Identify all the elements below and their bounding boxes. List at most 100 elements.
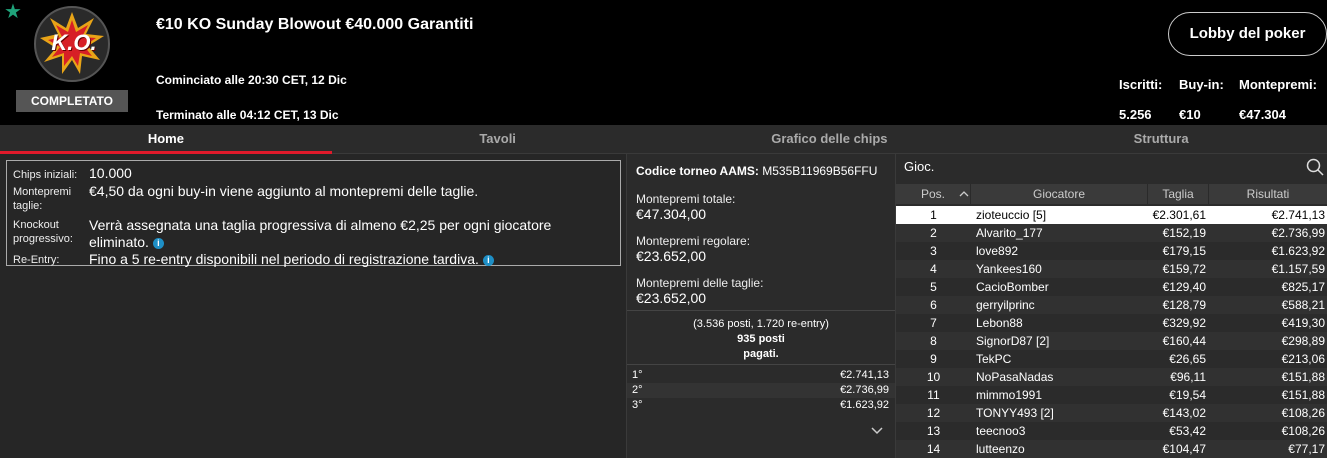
regular-prize-label: Montepremi regolare:: [636, 234, 751, 248]
col-pos[interactable]: Pos.: [896, 184, 971, 204]
tab-home[interactable]: Home: [0, 125, 332, 154]
table-row[interactable]: 2 Alvarito_177 €152,19 €2.736,99: [896, 224, 1327, 242]
buyin-value: €10: [1179, 107, 1201, 122]
status-badge: COMPLETATO: [16, 90, 128, 112]
player-bounty: €2.301,61: [1152, 208, 1206, 222]
table-row[interactable]: 13 teecnoo3 €53,42 €108,26: [896, 422, 1327, 440]
player-bounty: €160,44: [1162, 334, 1206, 348]
player-position: 2: [930, 226, 937, 240]
payout-value: €2.741,13: [840, 369, 889, 381]
start-time: Cominciato alle 20:30 CET, 12 Dic: [156, 73, 347, 87]
player-position: 14: [926, 442, 941, 456]
aams-code: M535B11969B56FFU: [762, 164, 878, 178]
bounty-pool-value: €4,50 da ogni buy-in viene aggiunto al m…: [89, 183, 479, 199]
table-row[interactable]: 8 SignorD87 [2] €160,44 €298,89: [896, 332, 1327, 350]
poker-lobby-button[interactable]: Lobby del poker: [1168, 12, 1327, 56]
player-bounty: €128,79: [1162, 298, 1206, 312]
table-row[interactable]: 1 zioteuccio [5] €2.301,61 €2.741,13: [896, 206, 1327, 224]
table-row[interactable]: 11 mimmo1991 €19,54 €151,88: [896, 386, 1327, 404]
table-row[interactable]: 4 Yankees160 €159,72 €1.157,59: [896, 260, 1327, 278]
player-position: 6: [930, 298, 937, 312]
payout-position: 2°: [632, 384, 643, 396]
player-name: lutteenzo: [976, 442, 1025, 456]
bounty-pool-label: Montepremi taglie:: [13, 186, 72, 212]
player-search[interactable]: Gioc.: [896, 154, 1327, 182]
total-prize-value: €47.304,00: [636, 206, 707, 222]
payout-row: 1° €2.741,13: [627, 368, 895, 383]
ko-logo-circle: K.O.: [34, 6, 110, 82]
player-bounty: €159,72: [1162, 262, 1206, 276]
player-result: €151,88: [1281, 388, 1325, 402]
player-position: 9: [930, 352, 937, 366]
table-row[interactable]: 7 Lebon88 €329,92 €419,30: [896, 314, 1327, 332]
player-position: 11: [927, 388, 940, 402]
info-icon[interactable]: i: [482, 254, 494, 266]
col-results[interactable]: Risultati: [1209, 184, 1327, 204]
tab-tables[interactable]: Tavoli: [332, 125, 664, 153]
player-bounty: €179,15: [1162, 244, 1206, 258]
table-row[interactable]: 5 CacioBomber €129,40 €825,17: [896, 278, 1327, 296]
player-result: €419,30: [1281, 316, 1325, 330]
chips-value: 10.000: [89, 165, 132, 181]
table-row[interactable]: 3 love892 €179,15 €1.623,92: [896, 242, 1327, 260]
table-row[interactable]: 6 gerryilprinc €128,79 €588,21: [896, 296, 1327, 314]
player-position: 1: [930, 208, 937, 222]
player-name: Alvarito_177: [976, 226, 1043, 240]
player-name: love892: [976, 244, 1019, 258]
total-prize-label: Montepremi totale:: [636, 192, 736, 206]
players-panel: Gioc. Pos. Giocatore Taglia Risultati 1 z…: [896, 154, 1327, 458]
player-bounty: €143,02: [1162, 406, 1206, 420]
payout-value: €1.623,92: [840, 399, 889, 411]
prizepool-value: €47.304: [1239, 107, 1286, 122]
player-name: TONYY493 [2]: [976, 406, 1054, 420]
player-bounty: €19,54: [1169, 388, 1206, 402]
player-position: 8: [930, 334, 937, 348]
table-row[interactable]: 14 lutteenzo €104,47 €77,17: [896, 440, 1327, 458]
chips-label: Chips iniziali:: [13, 169, 78, 181]
player-position: 10: [926, 370, 941, 384]
player-name: Lebon88: [976, 316, 1023, 330]
col-pos-label: Pos.: [920, 187, 945, 201]
knockout-value-wrap: Verrà assegnata una taglia progressiva d…: [89, 217, 614, 251]
payout-position: 1°: [632, 369, 643, 381]
table-row[interactable]: 10 NoPasaNadas €96,11 €151,88: [896, 368, 1327, 386]
registered-value: 5.256: [1119, 107, 1152, 122]
aams-code-line: Codice torneo AAMS: M535B11969B56FFU: [636, 164, 877, 178]
payout-position: 3°: [632, 399, 643, 411]
col-player[interactable]: Giocatore: [971, 184, 1148, 204]
ko-logo: K.O. COMPLETATO: [16, 4, 128, 112]
player-name: zioteuccio [5]: [976, 208, 1047, 222]
player-result: €77,17: [1288, 442, 1325, 456]
reentry-label: Re-Entry:: [13, 254, 60, 266]
player-name: gerryilprinc: [976, 298, 1035, 312]
table-row[interactable]: 12 TONYY493 [2] €143,02 €108,26: [896, 404, 1327, 422]
paid-label-line: pagati.: [743, 348, 779, 360]
player-position: 5: [930, 280, 937, 294]
col-bounty[interactable]: Taglia: [1148, 184, 1209, 204]
tab-chip-chart[interactable]: Grafico delle chips: [664, 125, 996, 153]
payout-value: €2.736,99: [840, 384, 889, 396]
end-time: Terminato alle 04:12 CET, 13 Dic: [156, 108, 339, 122]
payout-row: 2° €2.736,99: [627, 383, 895, 398]
seats-line: (3.536 posti, 1.720 re-entry): [693, 318, 829, 330]
players-table-header: Pos. Giocatore Taglia Risultati: [896, 184, 1327, 204]
player-bounty: €104,47: [1162, 442, 1206, 456]
divider: [627, 310, 895, 311]
chevron-down-icon[interactable]: [871, 426, 885, 436]
buyin-label: Buy-in:: [1179, 77, 1224, 92]
player-bounty: €53,42: [1169, 424, 1206, 438]
tab-structure[interactable]: Struttura: [995, 125, 1327, 153]
player-bounty: €26,65: [1169, 352, 1206, 366]
table-row[interactable]: 9 TekPC €26,65 €213,06: [896, 350, 1327, 368]
paid-seats-line: 935 posti: [737, 333, 785, 345]
player-name: mimmo1991: [976, 388, 1043, 402]
player-name: TekPC: [976, 352, 1012, 366]
knockout-label: Knockout progressivo:: [13, 219, 73, 245]
player-result: €298,89: [1281, 334, 1325, 348]
player-result: €1.157,59: [1271, 262, 1325, 276]
player-result: €825,17: [1281, 280, 1325, 294]
bounty-prize-label: Montepremi delle taglie:: [636, 276, 764, 290]
info-icon[interactable]: i: [152, 237, 164, 249]
sort-up-icon: [959, 191, 969, 197]
search-icon[interactable]: [1306, 158, 1324, 181]
